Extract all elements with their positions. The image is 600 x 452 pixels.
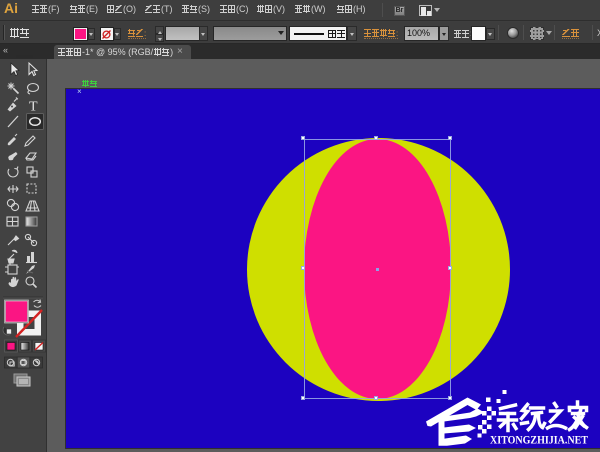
svg-text:T: T	[29, 100, 38, 115]
svg-text:XITONGZHIJIA.NET: XITONGZHIJIA.NET	[490, 435, 588, 447]
